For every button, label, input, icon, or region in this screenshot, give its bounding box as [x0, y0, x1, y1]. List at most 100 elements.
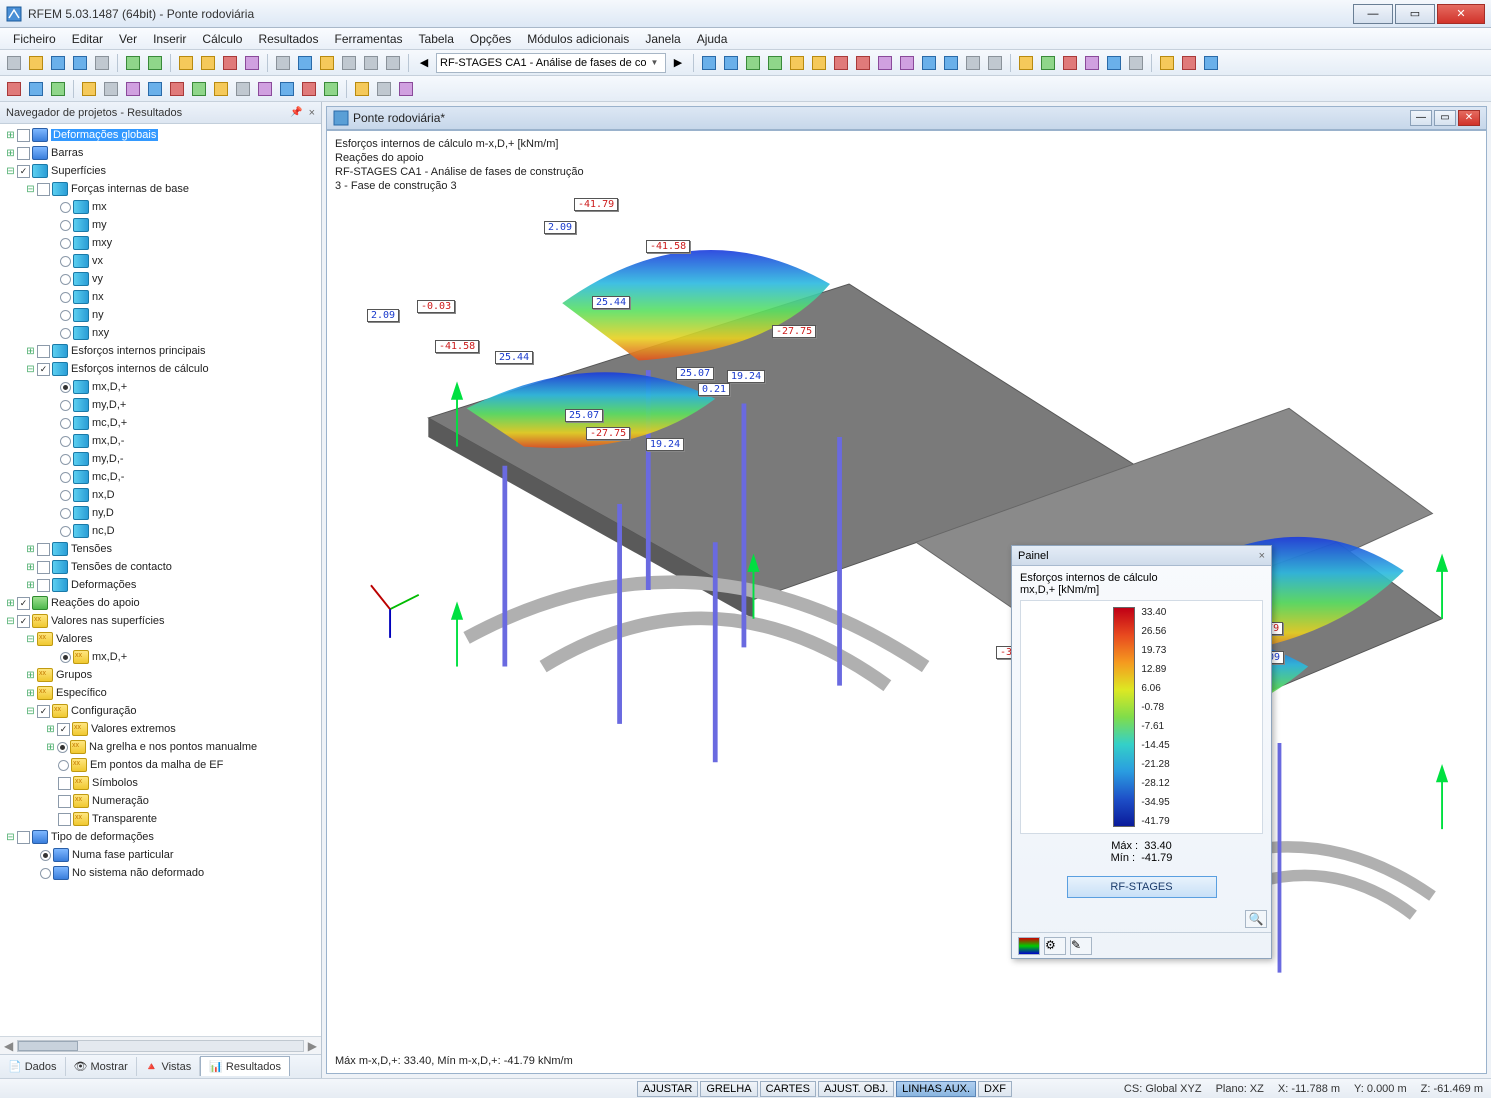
doc-minimize[interactable]: — [1410, 110, 1432, 126]
t2-17[interactable] [374, 79, 394, 99]
tb-r13[interactable] [963, 53, 983, 73]
t2-10[interactable] [211, 79, 231, 99]
tb-r18[interactable] [1082, 53, 1102, 73]
menu-opcoes[interactable]: Opções [463, 30, 518, 48]
menu-ficheiro[interactable]: Ficheiro [6, 30, 63, 48]
tb-r11[interactable] [919, 53, 939, 73]
tab-resultados[interactable]: 📊Resultados [200, 1056, 290, 1076]
results-panel[interactable]: Painel× Esforços internos de cálculo mx,… [1011, 545, 1272, 959]
tb-r12[interactable] [941, 53, 961, 73]
tb-open[interactable] [26, 53, 46, 73]
tb-r23[interactable] [1201, 53, 1221, 73]
tb-r4[interactable] [765, 53, 785, 73]
doc-close[interactable]: ✕ [1458, 110, 1480, 126]
node-barras[interactable]: Barras [51, 147, 83, 159]
menu-ferramentas[interactable]: Ferramentas [327, 30, 409, 48]
tb-r20[interactable] [1126, 53, 1146, 73]
tb-undo[interactable] [123, 53, 143, 73]
menu-editar[interactable]: Editar [65, 30, 110, 48]
tab-vistas[interactable]: 🔺Vistas [137, 1057, 200, 1076]
maximize-button[interactable]: ▭ [1395, 4, 1435, 24]
nav-hscroll[interactable]: ◀▶ [0, 1036, 321, 1054]
status-ajust-obj[interactable]: AJUST. OBJ. [818, 1081, 894, 1097]
tb-saveall[interactable] [70, 53, 90, 73]
menu-tabela[interactable]: Tabela [412, 30, 461, 48]
tb-r3[interactable] [743, 53, 763, 73]
tb-r2[interactable] [721, 53, 741, 73]
tb-gen5[interactable] [273, 53, 293, 73]
tb-gen10[interactable] [383, 53, 403, 73]
tb-redo[interactable] [145, 53, 165, 73]
tb-next[interactable]: ▶ [668, 53, 688, 73]
pin-icon[interactable]: 📌 [290, 107, 302, 118]
node-tipo-deformacoes[interactable]: Tipo de deformações [51, 831, 154, 843]
panel-close-icon[interactable]: × [1259, 550, 1265, 562]
node-esforcos-principais[interactable]: Esforços internos principais [71, 345, 206, 357]
node-deformacoes[interactable]: Deformações [71, 579, 136, 591]
tb-gen4[interactable] [242, 53, 262, 73]
tb-r21[interactable] [1157, 53, 1177, 73]
t2-1[interactable] [4, 79, 24, 99]
node-configuracao[interactable]: Configuração [71, 705, 136, 717]
node-grupos[interactable]: Grupos [56, 669, 92, 681]
tab-dados[interactable]: 📄Dados [0, 1057, 66, 1076]
tb-r16[interactable] [1038, 53, 1058, 73]
tb-r22[interactable] [1179, 53, 1199, 73]
status-dxf[interactable]: DXF [978, 1081, 1012, 1097]
node-tensoes[interactable]: Tensões [71, 543, 112, 555]
t2-6[interactable] [123, 79, 143, 99]
status-linhas-aux[interactable]: LINHAS AUX. [896, 1081, 976, 1097]
t2-11[interactable] [233, 79, 253, 99]
menu-resultados[interactable]: Resultados [251, 30, 325, 48]
rf-stages-button[interactable]: RF-STAGES [1067, 876, 1217, 898]
menu-calculo[interactable]: Cálculo [195, 30, 249, 48]
tb-r10[interactable] [897, 53, 917, 73]
tb-r14[interactable] [985, 53, 1005, 73]
status-grelha[interactable]: GRELHA [700, 1081, 757, 1097]
tb-gen7[interactable] [317, 53, 337, 73]
panel-tab-1[interactable] [1018, 937, 1040, 955]
tb-r7[interactable] [831, 53, 851, 73]
status-ajustar[interactable]: AJUSTAR [637, 1081, 698, 1097]
t2-4[interactable] [79, 79, 99, 99]
panel-tab-2[interactable]: ⚙ [1044, 937, 1066, 955]
tb-gen2[interactable] [198, 53, 218, 73]
t2-5[interactable] [101, 79, 121, 99]
tab-mostrar[interactable]: 👁Mostrar [66, 1057, 137, 1076]
tb-gen1[interactable] [176, 53, 196, 73]
tb-r5[interactable] [787, 53, 807, 73]
node-esforcos-calculo[interactable]: Esforços internos de cálculo [71, 363, 209, 375]
magnify-icon[interactable]: 🔍 [1245, 910, 1267, 928]
t2-14[interactable] [299, 79, 319, 99]
tb-r17[interactable] [1060, 53, 1080, 73]
t2-18[interactable] [396, 79, 416, 99]
navigator-close-icon[interactable]: × [309, 107, 315, 119]
tb-gen3[interactable] [220, 53, 240, 73]
t2-9[interactable] [189, 79, 209, 99]
doc-maximize[interactable]: ▭ [1434, 110, 1456, 126]
t2-16[interactable] [352, 79, 372, 99]
node-tensoes-contacto[interactable]: Tensões de contacto [71, 561, 172, 573]
tb-print[interactable] [92, 53, 112, 73]
tb-gen9[interactable] [361, 53, 381, 73]
node-deformacoes-globais[interactable]: Deformações globais [51, 129, 158, 141]
node-valores[interactable]: Valores [56, 633, 92, 645]
tb-r15[interactable] [1016, 53, 1036, 73]
t2-7[interactable] [145, 79, 165, 99]
t2-3[interactable] [48, 79, 68, 99]
panel-tab-3[interactable]: ✎ [1070, 937, 1092, 955]
tb-gen8[interactable] [339, 53, 359, 73]
menu-ajuda[interactable]: Ajuda [690, 30, 735, 48]
menu-janela[interactable]: Janela [638, 30, 687, 48]
node-reacoes[interactable]: Reações do apoio [51, 597, 140, 609]
model-canvas[interactable]: Esforços internos de cálculo m-x,D,+ [kN… [326, 130, 1487, 1074]
tb-save[interactable] [48, 53, 68, 73]
results-tree[interactable]: ⊞Deformações globais ⊞Barras ⊟✓Superfíci… [0, 124, 321, 1036]
node-forcas-internas-base[interactable]: Forças internas de base [71, 183, 189, 195]
menu-inserir[interactable]: Inserir [146, 30, 193, 48]
t2-8[interactable] [167, 79, 187, 99]
loadcase-dropdown[interactable]: RF-STAGES CA1 - Análise de fases de co▼ [436, 53, 666, 73]
node-superficies[interactable]: Superfícies [51, 165, 106, 177]
t2-13[interactable] [277, 79, 297, 99]
t2-2[interactable] [26, 79, 46, 99]
